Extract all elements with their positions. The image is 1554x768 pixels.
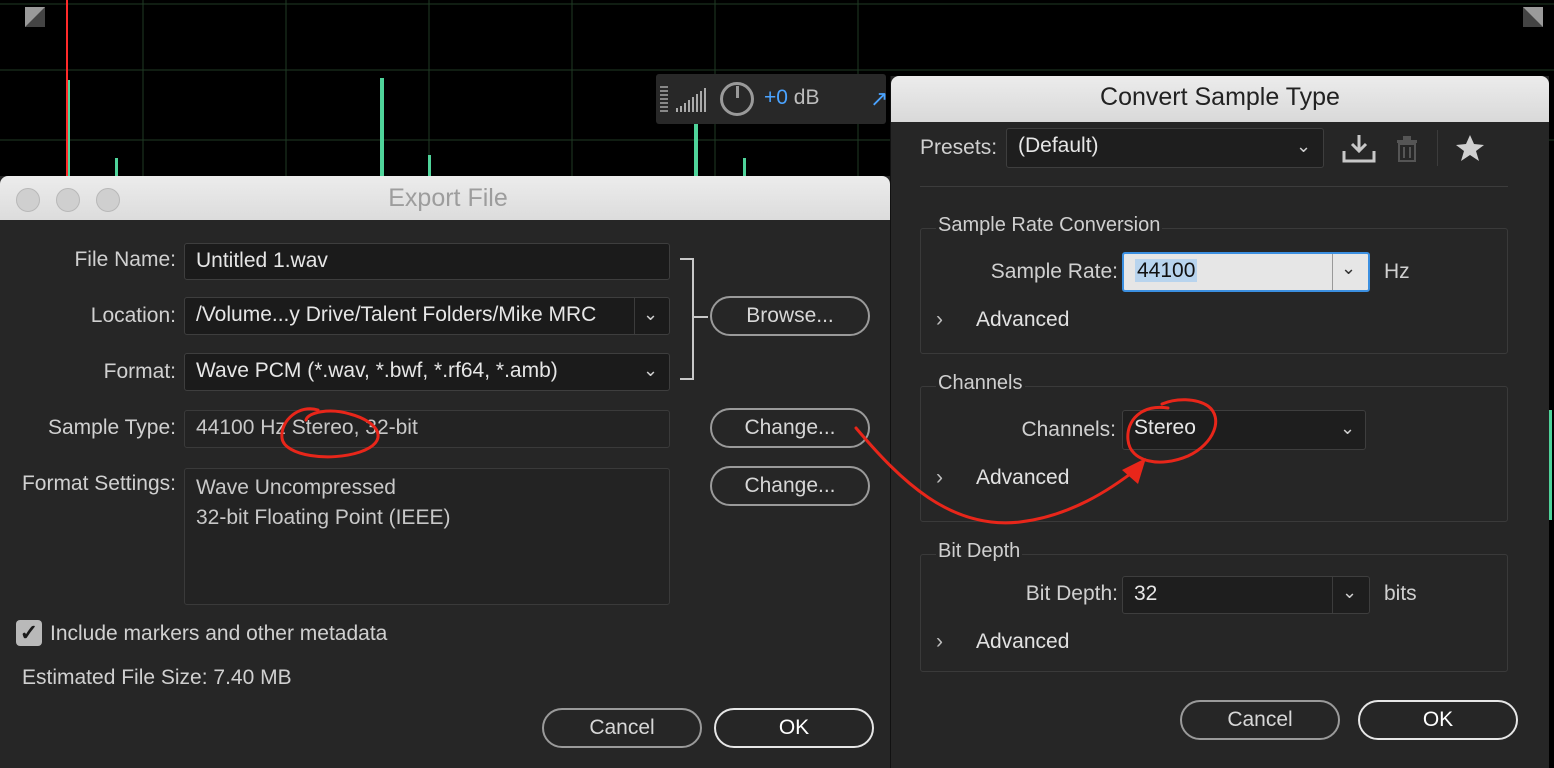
resize-corner-icon[interactable] — [1522, 6, 1544, 28]
save-preset-icon[interactable] — [1342, 133, 1376, 163]
include-markers-label[interactable]: Include markers and other metadata — [50, 622, 387, 646]
file-name-input[interactable]: Untitled 1.wav — [184, 243, 670, 280]
volume-unit: dB — [793, 86, 820, 109]
format-settings-box: Wave Uncompressed 32-bit Floating Point … — [184, 468, 670, 605]
chevron-down-icon[interactable]: ⌄ — [1342, 582, 1357, 603]
sample-type-label: Sample Type: — [47, 416, 176, 439]
chevron-right-icon: › — [936, 466, 943, 489]
star-icon[interactable] — [1455, 134, 1485, 162]
bracket-connector — [680, 258, 694, 380]
chevron-down-icon[interactable]: ⌄ — [1340, 418, 1355, 439]
volume-readout: +0 dB — [764, 86, 819, 110]
include-markers-checkbox[interactable]: ✓ — [16, 620, 42, 646]
presets-select[interactable]: (Default) — [1006, 128, 1324, 168]
format-settings-line1: Wave Uncompressed — [196, 476, 396, 499]
channels-select[interactable]: Stereo — [1122, 410, 1366, 450]
advanced-label: Advanced — [976, 466, 1070, 489]
trash-icon[interactable] — [1394, 134, 1420, 162]
format-label: Format: — [103, 360, 176, 383]
chevron-down-icon[interactable]: ⌄ — [1341, 258, 1356, 279]
export-cancel-button[interactable]: Cancel — [542, 708, 702, 748]
presets-label: Presets: — [920, 136, 998, 159]
channels-label: Channels: — [1021, 418, 1116, 441]
sample-rate-label: Sample Rate: — [990, 260, 1118, 283]
chevron-down-icon[interactable]: ⌄ — [643, 304, 658, 325]
convert-cancel-button[interactable]: Cancel — [1180, 700, 1340, 740]
resize-corner-icon[interactable] — [24, 6, 46, 28]
drag-handle-icon[interactable] — [660, 86, 668, 112]
format-select[interactable]: Wave PCM (*.wav, *.bwf, *.rf64, *.amb) — [184, 353, 670, 391]
signal-bars-icon — [676, 88, 706, 112]
format-value: Wave PCM (*.wav, *.bwf, *.rf64, *.amb) — [196, 359, 558, 382]
channels-value: Stereo — [1134, 416, 1196, 439]
advanced-label: Advanced — [976, 308, 1070, 331]
channels-group-label: Channels — [936, 372, 1025, 395]
channels-group — [920, 386, 1508, 522]
advanced-toggle[interactable]: › Advanced — [936, 630, 1069, 654]
bit-depth-label: Bit Depth: — [1025, 582, 1118, 605]
dialog-title: Export File — [388, 184, 508, 212]
chevron-down-icon[interactable]: ⌄ — [643, 360, 658, 381]
advanced-toggle[interactable]: › Advanced — [936, 466, 1069, 490]
export-ok-button[interactable]: OK — [714, 708, 874, 748]
format-settings-label: Format Settings: — [21, 472, 176, 495]
file-name-label: File Name: — [74, 248, 176, 271]
sample-type-value: 44100 Hz Stereo, 32-bit — [184, 410, 670, 448]
chevron-right-icon: › — [936, 308, 943, 331]
format-settings-line2: 32-bit Floating Point (IEEE) — [196, 506, 451, 529]
volume-hud[interactable]: +0 dB ↗ — [656, 74, 888, 124]
chevron-right-icon: › — [936, 630, 943, 653]
bit-depth-unit: bits — [1384, 582, 1417, 605]
bit-depth-value[interactable]: 32 — [1134, 582, 1157, 605]
location-select[interactable]: /Volume...y Drive/Talent Folders/Mike MR… — [184, 297, 670, 335]
advanced-toggle[interactable]: › Advanced — [936, 308, 1069, 332]
dialog-title: Convert Sample Type — [1100, 83, 1340, 111]
location-label: Location: — [90, 304, 176, 327]
browse-button[interactable]: Browse... — [710, 296, 870, 336]
volume-value[interactable]: +0 — [764, 86, 788, 109]
volume-knob[interactable] — [720, 82, 754, 116]
change-format-settings-button[interactable]: Change... — [710, 466, 870, 506]
bit-depth-group-label: Bit Depth — [936, 540, 1023, 563]
location-value: /Volume...y Drive/Talent Folders/Mike MR… — [196, 303, 597, 326]
change-sample-type-button[interactable]: Change... — [710, 408, 870, 448]
convert-titlebar[interactable]: Convert Sample Type — [891, 76, 1549, 122]
sample-rate-value[interactable]: 44100 — [1135, 259, 1198, 282]
estimated-file-size: Estimated File Size: 7.40 MB — [22, 666, 292, 689]
export-titlebar[interactable]: Export File — [0, 176, 890, 220]
advanced-label: Advanced — [976, 630, 1070, 653]
sample-rate-unit: Hz — [1384, 260, 1410, 283]
sample-rate-group-label: Sample Rate Conversion — [936, 214, 1163, 237]
chevron-down-icon[interactable]: ⌄ — [1296, 136, 1311, 157]
convert-ok-button[interactable]: OK — [1358, 700, 1518, 740]
bracket-tick — [692, 316, 708, 318]
presets-value: (Default) — [1018, 134, 1099, 157]
arrow-icon[interactable]: ↗ — [870, 86, 890, 114]
